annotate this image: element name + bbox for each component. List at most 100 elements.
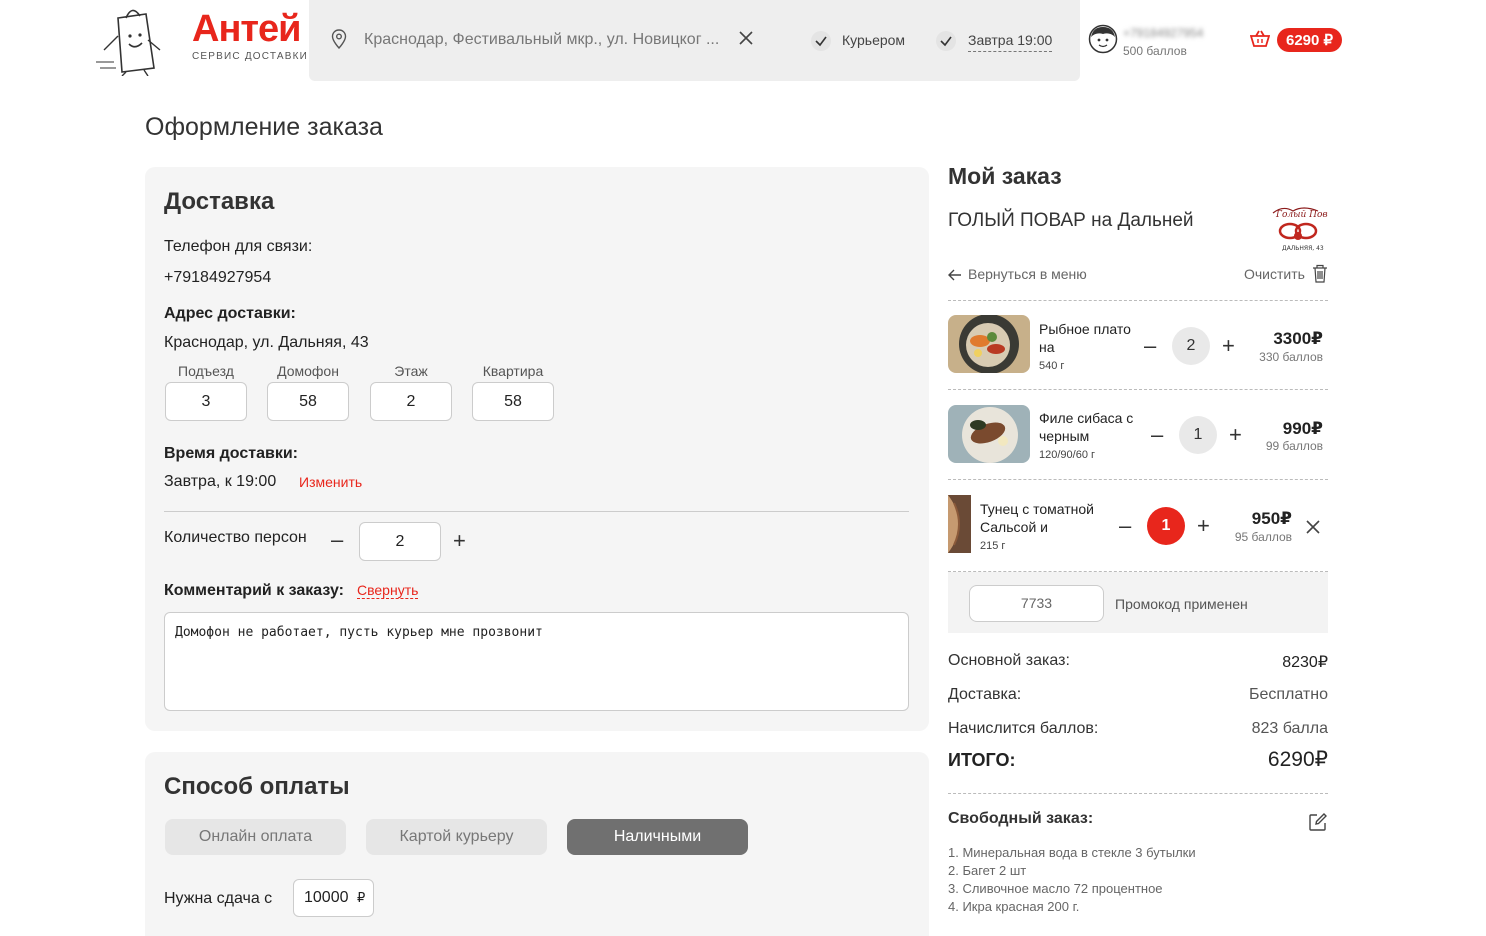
item-price-value: 950 — [1251, 509, 1281, 528]
payment-section: Способ оплаты Онлайн оплата Картой курье… — [145, 752, 929, 936]
item-name: Филе сибаса с черным — [1039, 410, 1134, 444]
subtotal-value: 8230₽ — [1282, 652, 1328, 672]
divider — [948, 389, 1328, 390]
item-points: 95 баллов — [1234, 530, 1292, 544]
item-qty: 2 — [1172, 327, 1210, 365]
entrance-input[interactable]: 3 — [165, 382, 247, 421]
pay-card-courier-button[interactable]: Картой курьеру — [366, 819, 547, 855]
qty-minus-button[interactable]: – — [1144, 335, 1156, 357]
comment-label: Комментарий к заказу: — [164, 582, 344, 599]
floor-input[interactable]: 2 — [370, 382, 452, 421]
list-item: 3. Сливочное масло 72 процентное — [948, 881, 1163, 896]
arrow-left-icon[interactable] — [948, 269, 962, 281]
item-qty: 1 — [1147, 507, 1185, 545]
qty-minus-button[interactable]: – — [1119, 515, 1131, 537]
back-to-menu-link[interactable]: Вернуться в меню — [968, 266, 1087, 282]
currency-symbol: ₽ — [1311, 329, 1323, 349]
promo-code-input[interactable]: 7733 — [969, 585, 1104, 622]
points-earned-label: Начислится баллов: — [948, 720, 1099, 737]
address-input[interactable]: Краснодар, Фестивальный мкр., ул. Новицк… — [364, 31, 719, 49]
delivery-time-value: Завтра, к 19:00 — [164, 473, 277, 490]
entrance-label: Подъезд — [178, 363, 234, 379]
item-name: Тунец с томатной Сальсой и — [980, 501, 1094, 535]
item-image[interactable] — [948, 495, 971, 553]
change-time-link[interactable]: Изменить — [299, 474, 362, 490]
persons-plus-button[interactable]: + — [453, 530, 466, 552]
close-icon[interactable] — [739, 31, 753, 45]
currency-symbol: ₽ — [1311, 419, 1323, 439]
delivery-time-label: Время доставки: — [164, 445, 298, 462]
location-pin-icon — [331, 29, 347, 49]
delivery-time-link[interactable]: Завтра 19:00 — [968, 32, 1053, 52]
check-icon[interactable] — [936, 31, 956, 51]
avatar[interactable] — [1088, 24, 1118, 54]
total-label: ИТОГО: — [948, 750, 1016, 770]
item-weight: 120/90/60 г — [1039, 449, 1096, 461]
floor-label: Этаж — [394, 363, 428, 379]
promo-status: Промокод применен — [1115, 596, 1248, 612]
list-item: 4. Икра красная 200 г. — [948, 899, 1080, 914]
change-amount-input[interactable]: 10000 ₽ — [293, 879, 374, 917]
payment-title: Способ оплаты — [164, 773, 350, 800]
item-image[interactable] — [948, 315, 1030, 373]
phone-value: +79184927954 — [164, 269, 272, 286]
phone-label: Телефон для связи: — [164, 238, 313, 255]
total-amount: 6290 — [1267, 748, 1315, 771]
edit-icon[interactable] — [1308, 812, 1328, 832]
list-item: 1. Минеральная вода в стекле 3 бутылки — [948, 845, 1196, 860]
page-title: Оформление заказа — [145, 113, 383, 141]
currency-symbol: ₽ — [1280, 509, 1292, 529]
logo-title: Антей — [192, 8, 301, 50]
item-price: 950₽ — [1202, 509, 1292, 529]
item-price-value: 3300 — [1273, 329, 1312, 348]
address-label: Адрес доставки: — [164, 305, 296, 322]
item-price: 3300₽ — [1233, 329, 1323, 349]
divider — [948, 479, 1328, 480]
currency-symbol: ₽ — [1314, 747, 1328, 771]
intercom-input[interactable]: 58 — [267, 382, 349, 421]
svg-text:ДАЛЬНЯЯ, 43: ДАЛЬНЯЯ, 43 — [1282, 245, 1324, 252]
trash-icon[interactable] — [1312, 264, 1328, 283]
qty-minus-button[interactable]: – — [1151, 424, 1163, 446]
subtotal-amount: 8230 — [1282, 654, 1318, 671]
divider — [948, 793, 1328, 794]
item-weight: 540 г — [1039, 360, 1065, 372]
persons-minus-button[interactable]: – — [331, 529, 343, 551]
item-points: 330 баллов — [1259, 350, 1323, 364]
item-points: 99 баллов — [1265, 439, 1323, 453]
currency-symbol: ₽ — [356, 891, 366, 906]
intercom-label: Домофон — [277, 363, 339, 379]
clear-order-link[interactable]: Очистить — [1244, 266, 1305, 282]
delivery-type-courier[interactable]: Курьером — [842, 32, 905, 48]
remove-item-icon[interactable] — [1306, 520, 1320, 534]
list-item: 2. Багет 2 шт — [948, 863, 1027, 878]
free-order-list: 1. Минеральная вода в стекле 3 бутылки 2… — [948, 844, 1196, 916]
persons-input[interactable]: 2 — [359, 522, 441, 561]
item-price-value: 990 — [1282, 419, 1312, 438]
comment-textarea[interactable]: Домофон не работает, пусть курьер мне пр… — [164, 612, 909, 711]
item-image[interactable] — [948, 405, 1030, 463]
points-earned-value: 823 балла — [1251, 720, 1328, 737]
pay-cash-button[interactable]: Наличными — [567, 819, 748, 855]
check-icon[interactable] — [811, 31, 831, 51]
apartment-input[interactable]: 58 — [472, 382, 554, 421]
divider — [164, 511, 909, 512]
total-value: 6290₽ — [1268, 747, 1328, 772]
promo-section: 7733 Промокод применен — [948, 572, 1328, 633]
pay-online-button[interactable]: Онлайн оплата — [165, 819, 346, 855]
cart-total-badge[interactable]: 6290 ₽ — [1277, 28, 1343, 52]
change-label: Нужна сдача с — [164, 890, 273, 907]
change-amount-value: 10000 — [304, 889, 349, 906]
apartment-label: Квартира — [482, 363, 544, 379]
item-weight: 215 г — [980, 540, 1006, 552]
restaurant-logo-icon: Голый Повар ДАЛЬНЯЯ, 43 — [1272, 207, 1328, 252]
free-order-title: Свободный заказ: — [948, 810, 1094, 827]
currency-symbol: ₽ — [1317, 652, 1328, 671]
collapse-comment-link[interactable]: Свернуть — [357, 582, 419, 599]
user-points: 500 баллов — [1123, 44, 1187, 58]
basket-icon[interactable] — [1250, 30, 1270, 48]
subtotal-label: Основной заказ: — [948, 652, 1070, 669]
user-phone[interactable]: +79184927954 — [1123, 26, 1203, 40]
item-name: Рыбное плато на — [1039, 321, 1131, 355]
delivery-section: Доставка Телефон для связи: +79184927954… — [145, 167, 929, 731]
